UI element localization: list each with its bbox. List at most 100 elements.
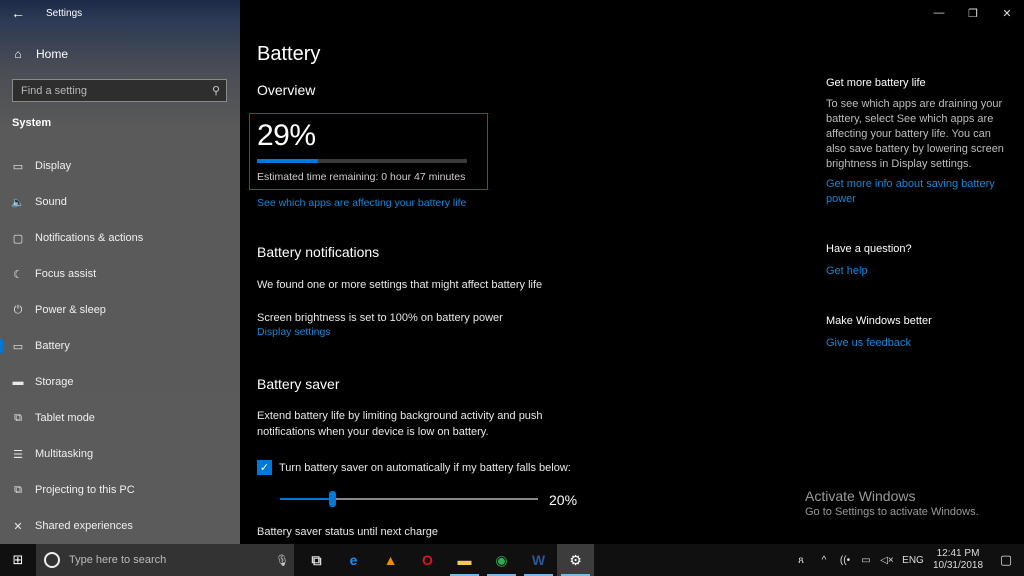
battery-level-fill <box>257 159 318 163</box>
power-icon: ⏻ <box>13 303 23 316</box>
sidebar-item-storage[interactable]: ▬ Storage <box>0 364 240 400</box>
notifications-icon: ▢ <box>12 232 24 245</box>
sidebar-item-label: Storage <box>35 376 74 388</box>
sidebar-item-label: Shared experiences <box>35 520 133 532</box>
find-setting-search[interactable]: Find a setting ⚲ <box>12 79 227 102</box>
taskbar-app-settings[interactable]: ⚙ <box>557 544 594 576</box>
clock[interactable]: 12:41 PM 10/31/2018 <box>928 548 988 572</box>
word-icon: W <box>531 552 546 568</box>
back-arrow-icon: ← <box>11 5 25 21</box>
saver-description-line1: Extend battery life by limiting backgrou… <box>257 410 543 422</box>
taskbar-app-vlc[interactable]: ▲ <box>372 544 409 576</box>
home-label: Home <box>36 47 69 61</box>
sidebar-item-label: Tablet mode <box>35 412 95 424</box>
watermark-subtitle: Go to Settings to activate Windows. <box>805 506 979 518</box>
sidebar-nav: ▭ Display 🔈 Sound ▢ Notifications & actions ☾ F… <box>0 148 240 544</box>
watermark-title: Activate Windows <box>805 488 916 504</box>
taskbar-app-chrome[interactable]: ◉ <box>483 544 520 576</box>
microphone-icon[interactable]: 🎙 <box>270 554 294 567</box>
page-title: Battery <box>257 43 321 65</box>
clock-date: 10/31/2018 <box>932 560 984 571</box>
back-button[interactable]: ← <box>0 0 36 26</box>
wifi-icon[interactable]: ((• <box>834 555 856 566</box>
taskbar-app-edge[interactable]: e <box>335 544 372 576</box>
found-settings-text: We found one or more settings that might… <box>257 279 543 291</box>
activate-windows-watermark: Activate Windows Go to Settings to activ… <box>805 488 979 518</box>
start-button[interactable]: ⊞ <box>0 544 36 576</box>
sidebar-item-tablet-mode[interactable]: ⧉ Tablet mode <box>0 400 240 436</box>
question-heading: Have a question? <box>826 243 912 255</box>
settings-icon: ⚙ <box>569 551 582 568</box>
storage-icon: ▬ <box>12 376 24 388</box>
sidebar-item-projecting-to-this-pc[interactable]: ⧉ Projecting to this PC <box>0 472 240 508</box>
sound-icon: 🔈 <box>11 196 25 209</box>
sidebar-item-shared-experiences[interactable]: ✕ Shared experiences <box>0 508 240 544</box>
moon-icon: ☾ <box>13 268 23 281</box>
battery-tray-icon[interactable]: ▭ <box>856 555 876 566</box>
sidebar-item-label: Notifications & actions <box>35 232 144 244</box>
taskbar-app-file-explorer[interactable]: ▬ <box>446 544 483 576</box>
battery-notifications-heading: Battery notifications <box>257 244 380 260</box>
restore-icon: ❐ <box>968 7 978 20</box>
more-info-link[interactable]: Get more info about saving battery power <box>826 177 1011 207</box>
tablet-mode-icon: ⧉ <box>14 411 22 424</box>
system-tray: ጸ ^ ((• ▭ ◁× ENG 12:41 PM 10/31/2018 ▢ <box>788 544 1024 576</box>
battery-icon: ▭ <box>12 340 24 353</box>
saver-description-line2: notifications when your device is low on… <box>257 426 489 438</box>
get-help-link[interactable]: Get help <box>826 264 1011 279</box>
settings-window: ← Settings ⌂ Home Find a setting ⚲ Syste… <box>0 0 1024 544</box>
sidebar-item-focus-assist[interactable]: ☾ Focus assist <box>0 256 240 292</box>
search-icon[interactable]: ⚲ <box>206 84 226 97</box>
sidebar-item-label: Multitasking <box>35 448 94 460</box>
display-settings-link[interactable]: Display settings <box>257 326 331 338</box>
chevron-up-icon[interactable]: ^ <box>814 555 834 566</box>
sidebar-item-label: Power & sleep <box>35 304 106 316</box>
language-indicator[interactable]: ENG <box>898 555 928 566</box>
auto-saver-row[interactable]: ✓ Turn battery saver on automatically if… <box>257 460 571 475</box>
maximize-button[interactable]: ❐ <box>956 0 990 26</box>
sidebar-item-label: Focus assist <box>35 268 97 280</box>
sidebar-item-power-sleep[interactable]: ⏻ Power & sleep <box>0 292 240 328</box>
sidebar-item-multitasking[interactable]: ☰ Multitasking <box>0 436 240 472</box>
vlc-icon: ▲ <box>383 552 398 568</box>
volume-muted-icon[interactable]: ◁× <box>876 555 898 566</box>
give-feedback-link[interactable]: Give us feedback <box>826 336 1011 351</box>
sidebar-item-battery[interactable]: ▭ Battery <box>0 328 240 364</box>
minimize-button[interactable]: — <box>922 0 956 26</box>
edge-icon: e <box>349 552 358 568</box>
sidebar-item-label: Sound <box>35 196 67 208</box>
more-life-text: To see which apps are draining your batt… <box>826 98 1004 170</box>
make-windows-better-heading: Make Windows better <box>826 315 932 327</box>
taskbar-search-input[interactable]: Type here to search <box>69 554 270 566</box>
sidebar-item-label: Projecting to this PC <box>35 484 135 496</box>
people-icon[interactable]: ጸ <box>788 555 814 566</box>
sidebar-item-sound[interactable]: 🔈 Sound <box>0 184 240 220</box>
clock-time: 12:41 PM <box>936 548 980 559</box>
sidebar-item-label: Display <box>35 160 72 172</box>
auto-saver-checkbox[interactable]: ✓ <box>257 460 272 475</box>
auto-saver-label: Turn battery saver on automatically if m… <box>279 461 571 474</box>
overview-heading: Overview <box>257 82 316 98</box>
cortana-icon <box>44 552 60 568</box>
taskbar-app-word[interactable]: W <box>520 544 557 576</box>
action-center-icon[interactable]: ▢ <box>988 552 1024 568</box>
close-button[interactable]: ✕ <box>990 0 1024 26</box>
opera-icon: O <box>422 552 433 568</box>
slider-thumb[interactable] <box>328 491 336 507</box>
saver-threshold-slider[interactable] <box>280 491 538 507</box>
sidebar-item-label: Battery <box>35 340 70 352</box>
search-input[interactable]: Find a setting <box>21 85 206 97</box>
sidebar-item-home[interactable]: ⌂ Home <box>0 42 240 66</box>
title-bar: ← Settings <box>0 0 240 26</box>
taskbar-apps: ⧉ e ▲ O ▬ ◉ W ⚙ <box>298 544 594 576</box>
taskbar-search[interactable]: Type here to search 🎙 <box>36 544 294 576</box>
see-apps-link[interactable]: See which apps are affecting your batter… <box>257 197 466 209</box>
task-view-icon: ⧉ <box>311 551 322 568</box>
sidebar-item-display[interactable]: ▭ Display <box>0 148 240 184</box>
taskbar-app-opera[interactable]: O <box>409 544 446 576</box>
display-icon: ▭ <box>12 160 24 173</box>
sidebar-item-notifications-actions[interactable]: ▢ Notifications & actions <box>0 220 240 256</box>
section-heading-system: System <box>12 117 52 129</box>
shared-experiences-icon: ✕ <box>13 520 23 533</box>
taskbar-app-task-view[interactable]: ⧉ <box>298 544 335 576</box>
